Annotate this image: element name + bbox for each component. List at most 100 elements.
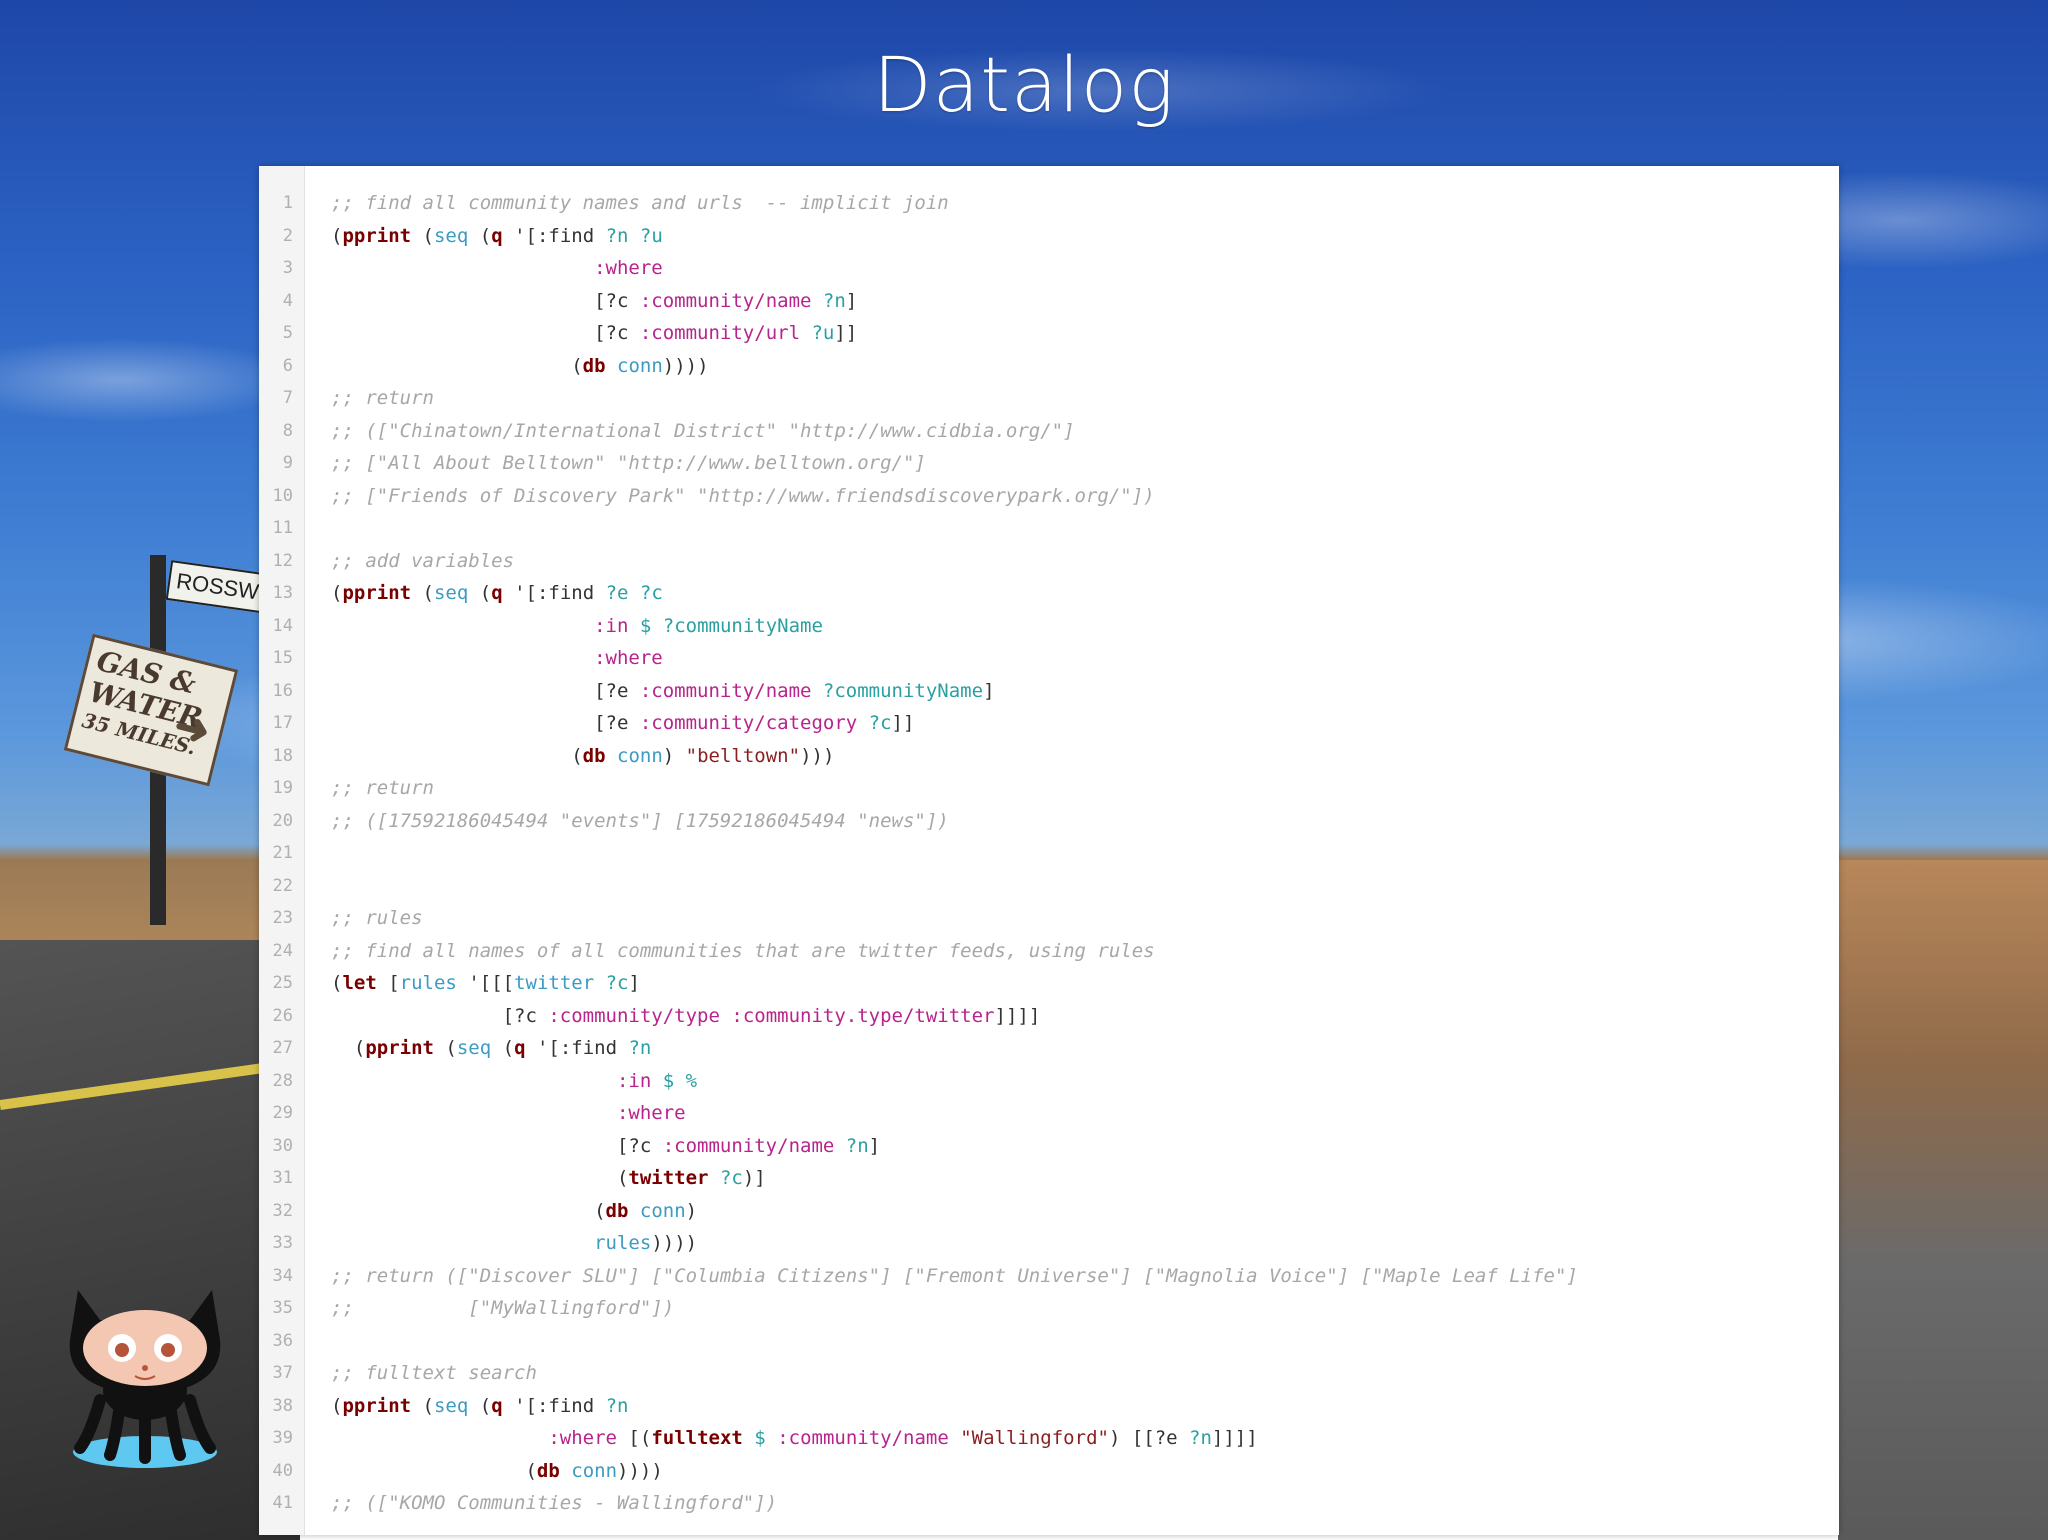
code-line: 31 (twitter ?c)] xyxy=(259,1162,1839,1195)
line-number: 11 xyxy=(272,518,293,538)
line-number: 2 xyxy=(282,225,293,246)
code-text: :where xyxy=(331,1097,686,1130)
line-number: 4 xyxy=(282,290,293,311)
line-number: 16 xyxy=(272,680,293,701)
code-token: conn xyxy=(571,1459,618,1482)
code-text: ;; ["All About Belltown" "http://www.bel… xyxy=(331,447,926,480)
code-token: ;; find all names of all communities tha… xyxy=(331,939,1155,962)
code-line: 32 (db conn) xyxy=(259,1195,1839,1228)
line-number: 1 xyxy=(282,193,293,213)
code-token: ( xyxy=(433,1037,457,1059)
code-token: seq xyxy=(433,582,469,604)
code-token: ;; return xyxy=(331,387,434,409)
code-text: :where xyxy=(331,642,663,675)
code-token: q xyxy=(491,1394,503,1417)
code-token: ( xyxy=(331,1199,606,1222)
code-token: ( xyxy=(331,582,343,604)
code-text: rules)))) xyxy=(331,1227,697,1260)
line-number: 22 xyxy=(272,875,293,896)
code-token: [?c xyxy=(331,289,640,312)
code-token: q xyxy=(491,582,503,604)
code-line: 25 (let [rules '[[[twitter ?c] xyxy=(259,967,1839,1000)
line-number: 9 xyxy=(282,453,293,473)
line-number: 23 xyxy=(272,908,293,928)
code-line: 23 ;; rules xyxy=(259,902,1839,935)
code-token: ?communityName xyxy=(822,679,984,702)
code-token: ]] xyxy=(834,322,858,344)
code-token: :where xyxy=(548,1427,617,1449)
line-number: 15 xyxy=(272,648,293,668)
code-token: pprint xyxy=(342,582,412,604)
code-token: $ xyxy=(754,1427,766,1449)
code-text: (pprint (seq (q '[:find ?n xyxy=(331,1390,629,1423)
code-line: 39 :where [(fulltext $ :community/name "… xyxy=(259,1422,1839,1455)
code-token: ( xyxy=(411,1394,434,1417)
code-token: ?c xyxy=(605,972,629,994)
code-text: ;; fulltext search xyxy=(331,1357,537,1390)
code-token: ( xyxy=(331,1459,537,1482)
code-token: ) xyxy=(662,744,686,767)
code-text: :in $ ?communityName xyxy=(331,610,823,643)
code-token: ?e ?c xyxy=(605,582,663,604)
code-token: ( xyxy=(331,1167,629,1189)
code-line: 41 ;; (["KOMO Communities - Wallingford"]… xyxy=(259,1487,1839,1520)
code-line: 13 (pprint (seq (q '[:find ?e ?c xyxy=(259,577,1839,610)
line-number: 30 xyxy=(272,1135,293,1156)
code-token: ]] xyxy=(891,712,915,734)
code-token: seq xyxy=(433,1394,469,1417)
line-number: 38 xyxy=(272,1395,293,1416)
code-token: ;; ["Friends of Discovery Park" "http://… xyxy=(331,484,1155,507)
line-number: 14 xyxy=(272,615,293,636)
code-token: fulltext xyxy=(651,1427,743,1449)
line-number: 26 xyxy=(272,1005,293,1026)
code-token: seq xyxy=(433,224,469,247)
code-token: ?n xyxy=(605,1394,629,1417)
line-number: 35 xyxy=(272,1298,293,1318)
code-token: db xyxy=(582,354,606,377)
code-token: ?c xyxy=(868,712,892,734)
code-line: 30 [?c :community/name ?n] xyxy=(259,1130,1839,1163)
code-token: ( xyxy=(331,224,343,247)
code-text: ;; find all names of all communities tha… xyxy=(331,935,1155,968)
code-text: [?e :community/name ?communityName] xyxy=(331,675,995,708)
code-editor[interactable]: 1 ;; find all community names and urls --… xyxy=(259,166,1839,1535)
code-line: 1 ;; find all community names and urls --… xyxy=(259,187,1839,220)
code-text: ;; ["MyWallingford"]) xyxy=(331,1292,674,1325)
code-token: ;; fulltext search xyxy=(331,1362,537,1384)
code-token: )))) xyxy=(651,1232,698,1254)
code-token: ?n ?u xyxy=(605,224,663,247)
code-token: "belltown" xyxy=(685,744,801,767)
code-token: ( xyxy=(411,224,434,247)
line-number: 41 xyxy=(272,1493,293,1513)
code-token: ;; return xyxy=(331,777,434,799)
line-number: 39 xyxy=(272,1428,293,1448)
code-text: (pprint (seq (q '[:find ?n ?u xyxy=(331,220,663,253)
code-token: ;; (["Chinatown/International District" … xyxy=(331,419,1075,442)
desert-ground-right xyxy=(1838,860,2048,1540)
line-number: 37 xyxy=(272,1363,293,1383)
code-token: '[:find xyxy=(502,224,606,247)
code-token: :community/url xyxy=(639,322,801,344)
code-text: ;; ["Friends of Discovery Park" "http://… xyxy=(331,480,1155,513)
slide-title: Datalog xyxy=(873,40,1175,129)
code-token: ?c xyxy=(719,1167,743,1189)
line-number: 32 xyxy=(272,1200,293,1221)
code-line: 17 [?e :community/category ?c]] xyxy=(259,707,1839,740)
line-number: 5 xyxy=(282,323,293,343)
code-token: ?u xyxy=(811,322,835,344)
code-token: ))) xyxy=(800,744,835,767)
code-token: ] xyxy=(983,679,995,702)
code-token: "Wallingford" xyxy=(960,1427,1109,1449)
code-token: ] xyxy=(628,972,640,994)
code-line: 28 :in $ % xyxy=(259,1065,1839,1098)
